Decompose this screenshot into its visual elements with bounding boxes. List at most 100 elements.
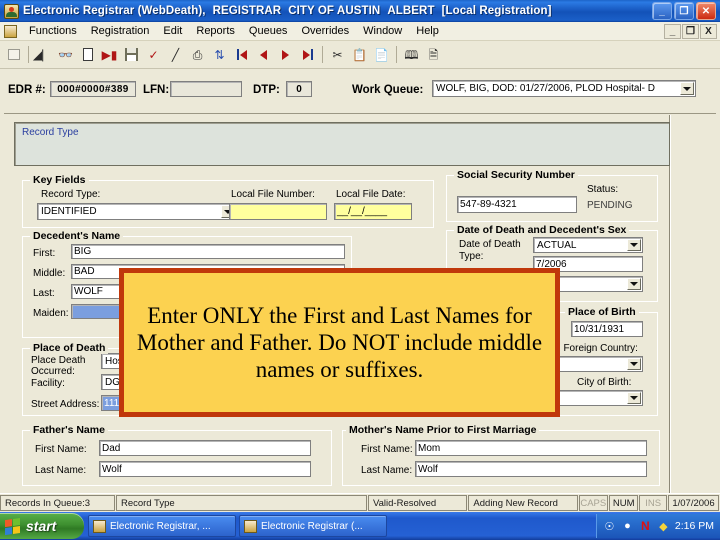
status-record-type: Record Type <box>115 495 367 511</box>
menu-item-help[interactable]: Help <box>409 24 446 38</box>
place-of-birth-title: Place of Birth <box>565 306 639 318</box>
dod-type-dropdown[interactable]: ACTUAL <box>533 237 643 253</box>
cut-icon[interactable]: ✂ <box>327 44 348 65</box>
norton-n-icon[interactable]: N <box>639 519 652 533</box>
menu-item-registration[interactable]: Registration <box>84 24 157 38</box>
mdi-close-button[interactable]: X <box>700 23 717 39</box>
edr-number-field[interactable]: 000#0000#389 <box>50 81 136 97</box>
system-tray: ☉ ● N ◆ 2:16 PM <box>595 514 720 538</box>
print-icon[interactable]: ⎙ <box>187 44 208 65</box>
taskbar-button-1[interactable]: Electronic Registrar, ... <box>88 515 236 537</box>
start-button[interactable]: start <box>0 513 84 539</box>
toolbar-separator <box>393 45 400 64</box>
title-context: [Local Registration] <box>441 5 552 17</box>
record-type-label: Record Type: <box>41 189 101 200</box>
foreign-country-label: re: Foreign Country: <box>549 343 638 354</box>
mother-first-label: First Name: <box>361 444 413 455</box>
previous-record-icon[interactable] <box>253 44 274 65</box>
record-type-panel-label: Record Type <box>22 127 79 138</box>
taskbar-button-1-label: Electronic Registrar, ... <box>110 520 211 532</box>
panel-divider <box>669 115 671 493</box>
father-last-input[interactable]: Wolf <box>99 461 311 477</box>
close-button[interactable]: ✕ <box>696 2 716 20</box>
taskbar-button-2[interactable]: Electronic Registrar (... <box>239 515 387 537</box>
menu-item-overrides[interactable]: Overrides <box>294 24 356 38</box>
status-ins: INS <box>639 495 667 511</box>
find-binoculars-icon[interactable]: 👓 <box>55 44 76 65</box>
work-queue-dropdown[interactable]: WOLF, BIG, DOD: 01/27/2006, PLOD Hospita… <box>432 80 696 97</box>
street-address-label: Street Address: <box>31 399 100 410</box>
chevron-down-icon[interactable] <box>680 82 694 95</box>
application-window: Electronic Registrar (WebDeath), REGISTRA… <box>0 0 720 540</box>
network-icon[interactable]: ● <box>621 520 634 533</box>
status-mode: Adding New Record <box>468 495 578 511</box>
father-first-label: First Name: <box>35 444 87 455</box>
report-icon[interactable]: 🗎 <box>423 44 444 65</box>
save-disk-icon[interactable] <box>121 44 142 65</box>
shield-icon[interactable]: ◆ <box>657 520 670 533</box>
title-user: ALBERT <box>387 5 435 17</box>
title-app-name: Electronic Registrar (WebDeath), <box>23 5 206 17</box>
decedent-first-input[interactable]: BIG <box>71 244 345 259</box>
title-bar: Electronic Registrar (WebDeath), REGISTRA… <box>0 0 720 22</box>
record-type-value: IDENTIFIED <box>41 206 97 217</box>
first-record-icon[interactable] <box>231 44 252 65</box>
chevron-down-icon[interactable] <box>627 358 641 370</box>
dtp-label: DTP: <box>253 84 280 96</box>
mdi-restore-button[interactable]: ❐ <box>682 23 699 39</box>
exit-door-icon[interactable]: ◢⎸ <box>33 44 54 65</box>
last-record-icon[interactable] <box>297 44 318 65</box>
local-file-date-input[interactable]: __/__/____ <box>334 203 412 220</box>
menu-bar: Functions Registration Edit Reports Queu… <box>0 22 720 41</box>
work-queue-value: WOLF, BIG, DOD: 01/27/2006, PLOD Hospita… <box>436 83 655 94</box>
chevron-down-icon[interactable] <box>627 392 641 404</box>
decedent-name-title: Decedent's Name <box>30 230 124 242</box>
city-of-birth-dropdown[interactable] <box>551 390 643 406</box>
minimize-button[interactable]: _ <box>652 2 672 20</box>
work-queue-label: Work Queue: <box>352 84 424 96</box>
lfn-field[interactable] <box>170 81 242 97</box>
mouse-pointer-icon[interactable]: ☉ <box>603 520 616 533</box>
ssn-group: Social Security Number 547-89-4321 Statu… <box>446 169 658 222</box>
ssn-title: Social Security Number <box>454 169 578 181</box>
ssn-input[interactable]: 547-89-4321 <box>457 196 577 213</box>
new-document-icon[interactable] <box>77 44 98 65</box>
edit-pencil-icon[interactable]: ╱ <box>165 44 186 65</box>
menu-item-functions[interactable]: Functions <box>22 24 84 38</box>
spell-check-icon[interactable]: ✓ <box>143 44 164 65</box>
local-file-number-input[interactable] <box>229 203 327 220</box>
mdi-minimize-button[interactable]: _ <box>664 23 681 39</box>
chevron-down-icon[interactable] <box>627 239 641 251</box>
open-record-icon[interactable]: ▶▮ <box>99 44 120 65</box>
next-record-icon[interactable] <box>275 44 296 65</box>
mother-first-input[interactable]: Mom <box>415 440 647 456</box>
paste-icon[interactable]: 📄 <box>371 44 392 65</box>
tile-windows-icon[interactable] <box>3 44 24 65</box>
fathers-name-title: Father's Name <box>30 424 108 436</box>
taskbar-clock[interactable]: 2:16 PM <box>675 520 714 532</box>
date-of-birth-input[interactable]: 10/31/1931 <box>571 321 643 337</box>
status-caps: CAPS <box>578 495 608 511</box>
dtp-field[interactable]: 0 <box>286 81 312 97</box>
mother-last-input[interactable]: Wolf <box>415 461 647 477</box>
chevron-down-icon[interactable] <box>627 278 641 290</box>
foreign-country-dropdown[interactable] <box>551 356 643 372</box>
key-fields-group: Key Fields Record Type: IDENTIFIED Local… <box>22 174 434 228</box>
mdi-window-controls: _ ❐ X <box>664 23 720 39</box>
restore-button[interactable]: ❐ <box>674 2 694 20</box>
record-type-dropdown[interactable]: IDENTIFIED <box>37 203 237 220</box>
dod-type-label-line1: Date of Death <box>459 239 521 250</box>
refresh-icon[interactable]: ⇅ <box>209 44 230 65</box>
key-fields-title: Key Fields <box>30 174 89 186</box>
menu-item-edit[interactable]: Edit <box>156 24 189 38</box>
menu-item-reports[interactable]: Reports <box>189 24 242 38</box>
fathers-name-group: Father's Name First Name: Dad Last Name:… <box>22 424 332 486</box>
copy-icon[interactable]: 📋 <box>349 44 370 65</box>
dod-type-label-line2: Type: <box>459 251 484 262</box>
menu-item-window[interactable]: Window <box>356 24 409 38</box>
menu-item-queues[interactable]: Queues <box>242 24 295 38</box>
app-icon <box>93 519 106 533</box>
window-title: Electronic Registrar (WebDeath), REGISTRA… <box>23 5 652 17</box>
father-first-input[interactable]: Dad <box>99 440 311 456</box>
book-icon[interactable]: 🕮 <box>401 44 422 65</box>
